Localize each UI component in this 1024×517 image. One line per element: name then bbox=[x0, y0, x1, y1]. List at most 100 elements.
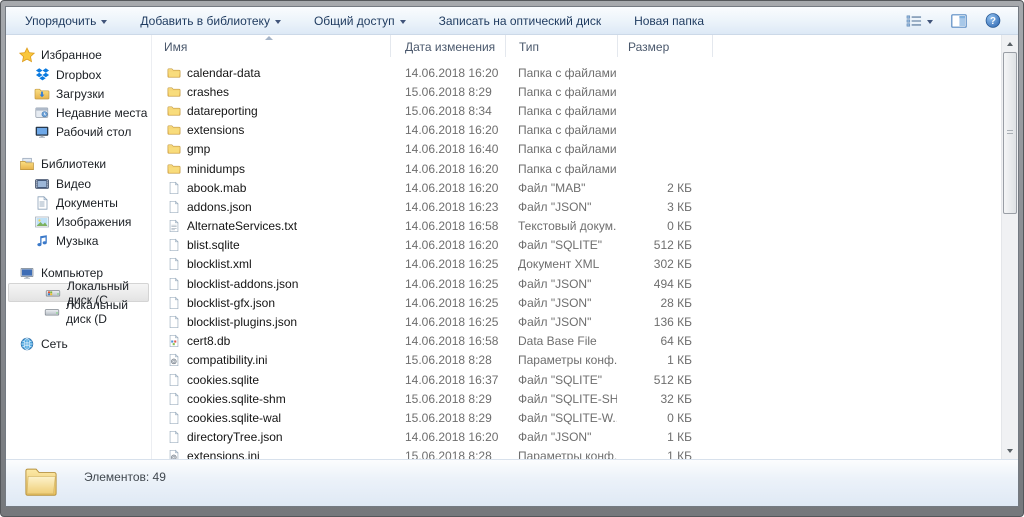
file-type-cell: Папка с файлами bbox=[505, 66, 617, 80]
sidebar-item-network[interactable]: Сеть bbox=[6, 334, 151, 354]
folder-row[interactable]: calendar-data14.06.2018 16:20Папка с фай… bbox=[152, 63, 1001, 82]
folder-icon bbox=[167, 66, 181, 80]
file-type-cell: Файл "SQLITE" bbox=[505, 373, 617, 387]
sidebar-item-documents[interactable]: Документы bbox=[6, 193, 151, 212]
file-name-cell: blist.sqlite bbox=[152, 238, 390, 252]
file-type-cell: Файл "JSON" bbox=[505, 296, 617, 310]
file-type-cell: Файл "JSON" bbox=[505, 315, 617, 329]
file-type-cell: Файл "MAB" bbox=[505, 181, 617, 195]
file-row[interactable]: blocklist.xml14.06.2018 16:25Документ XM… bbox=[152, 255, 1001, 274]
file-row[interactable]: blocklist-gfx.json14.06.2018 16:25Файл "… bbox=[152, 293, 1001, 312]
sidebar-item-label: Dropbox bbox=[56, 68, 101, 82]
file-icon bbox=[167, 238, 181, 252]
file-name-cell: datareporting bbox=[152, 104, 390, 118]
organize-button[interactable]: Упорядочить bbox=[16, 10, 116, 32]
sidebar-item-pictures[interactable]: Изображения bbox=[6, 212, 151, 231]
sidebar-item-libraries[interactable]: Библиотеки bbox=[6, 154, 151, 174]
folder-icon bbox=[22, 465, 60, 499]
scroll-down-button[interactable] bbox=[1002, 442, 1018, 459]
file-name: blist.sqlite bbox=[187, 238, 240, 252]
file-row[interactable]: cookies.sqlite-wal15.06.2018 8:29Файл "S… bbox=[152, 408, 1001, 427]
file-icon bbox=[167, 392, 181, 406]
views-icon bbox=[906, 13, 922, 29]
file-name: AlternateServices.txt bbox=[187, 219, 297, 233]
file-type-cell: Файл "SQLITE-W... bbox=[505, 411, 617, 425]
file-row[interactable]: addons.json14.06.2018 16:23Файл "JSON"3 … bbox=[152, 197, 1001, 216]
burn-disc-button[interactable]: Записать на оптический диск bbox=[430, 10, 611, 32]
date-modified-cell: 14.06.2018 16:58 bbox=[390, 219, 505, 233]
folder-row[interactable]: minidumps14.06.2018 16:20Папка с файлами bbox=[152, 159, 1001, 178]
sidebar-item-recent-places[interactable]: Недавние места bbox=[6, 103, 151, 122]
column-header-row: Имя Дата изменения Тип Размер bbox=[152, 35, 1018, 57]
file-name-cell: cookies.sqlite-wal bbox=[152, 411, 390, 425]
command-toolbar: Упорядочить Добавить в библиотеку Общий до… bbox=[6, 7, 1018, 35]
file-type-cell: Папка с файлами bbox=[505, 104, 617, 118]
file-name: extensions bbox=[187, 123, 244, 137]
file-name: blocklist-plugins.json bbox=[187, 315, 297, 329]
file-row[interactable]: blocklist-plugins.json14.06.2018 16:25Фа… bbox=[152, 312, 1001, 331]
file-row[interactable]: AlternateServices.txt14.06.2018 16:58Тек… bbox=[152, 217, 1001, 236]
file-size-cell: 0 КБ bbox=[617, 411, 713, 425]
scrollbar-thumb[interactable] bbox=[1003, 52, 1017, 214]
file-type-cell: Файл "JSON" bbox=[505, 277, 617, 291]
vertical-scrollbar[interactable] bbox=[1001, 35, 1018, 459]
sidebar-item-dropbox[interactable]: Dropbox bbox=[6, 65, 151, 84]
help-button[interactable]: ? bbox=[982, 11, 1004, 31]
file-name-cell: blocklist-addons.json bbox=[152, 277, 390, 291]
add-to-library-button[interactable]: Добавить в библиотеку bbox=[131, 10, 290, 32]
file-size-cell: 512 КБ bbox=[617, 238, 713, 252]
file-size-cell: 1 КБ bbox=[617, 430, 713, 444]
file-row[interactable]: blocklist-addons.json14.06.2018 16:25Фай… bbox=[152, 274, 1001, 293]
libraries-icon bbox=[19, 156, 35, 172]
scroll-up-button[interactable] bbox=[1002, 35, 1018, 52]
file-row[interactable]: cert8.db14.06.2018 16:58Data Base File64… bbox=[152, 332, 1001, 351]
folder-row[interactable]: datareporting15.06.2018 8:34Папка с файл… bbox=[152, 101, 1001, 120]
date-modified-cell: 15.06.2018 8:29 bbox=[390, 85, 505, 99]
file-row[interactable]: compatibility.ini15.06.2018 8:28Параметр… bbox=[152, 351, 1001, 370]
file-name: datareporting bbox=[187, 104, 258, 118]
file-row[interactable]: blist.sqlite14.06.2018 16:20Файл "SQLITE… bbox=[152, 236, 1001, 255]
file-type-cell: Файл "JSON" bbox=[505, 430, 617, 444]
navigation-pane: Избранное Dropbox ЗагрузкиНедавние местаРа… bbox=[6, 35, 152, 459]
file-size-cell: 32 КБ bbox=[617, 392, 713, 406]
file-name: addons.json bbox=[187, 200, 252, 214]
sidebar-section-network: Сеть bbox=[6, 334, 151, 354]
folder-row[interactable]: extensions14.06.2018 16:20Папка с файлам… bbox=[152, 121, 1001, 140]
preview-pane-button[interactable] bbox=[948, 11, 970, 31]
network-icon bbox=[19, 336, 35, 352]
share-button[interactable]: Общий доступ bbox=[305, 10, 415, 32]
folder-icon bbox=[167, 104, 181, 118]
file-name: gmp bbox=[187, 142, 210, 156]
file-name-cell: cookies.sqlite-shm bbox=[152, 392, 390, 406]
sidebar-item-music[interactable]: Музыка bbox=[6, 231, 151, 250]
file-row[interactable]: cookies.sqlite-shm15.06.2018 8:29Файл "S… bbox=[152, 389, 1001, 408]
sidebar-item-desktop[interactable]: Рабочий стол bbox=[6, 122, 151, 141]
file-size-cell: 2 КБ bbox=[617, 181, 713, 195]
file-size-cell: 136 КБ bbox=[617, 315, 713, 329]
new-folder-button[interactable]: Новая папка bbox=[625, 10, 713, 32]
file-type-cell: Папка с файлами bbox=[505, 142, 617, 156]
arrow-down-icon bbox=[1007, 449, 1013, 453]
folder-row[interactable]: gmp14.06.2018 16:40Папка с файлами bbox=[152, 140, 1001, 159]
sidebar-item-videos[interactable]: Видео bbox=[6, 174, 151, 193]
file-icon bbox=[167, 373, 181, 387]
recent-places-icon bbox=[34, 105, 50, 121]
file-size-cell: 0 КБ bbox=[617, 219, 713, 233]
column-header-date[interactable]: Дата изменения bbox=[390, 35, 505, 57]
sidebar-item-label: Изображения bbox=[56, 215, 131, 229]
sidebar-item-downloads[interactable]: Загрузки bbox=[6, 84, 151, 103]
file-list-pane: Имя Дата изменения Тип Размер calendar-d… bbox=[152, 35, 1018, 459]
sidebar-item-favorites[interactable]: Избранное bbox=[6, 45, 151, 65]
column-header-size[interactable]: Размер bbox=[617, 35, 713, 57]
file-row[interactable]: extensions.ini15.06.2018 8:28Параметры к… bbox=[152, 447, 1001, 459]
file-list: calendar-data14.06.2018 16:20Папка с фай… bbox=[152, 57, 1001, 459]
file-row[interactable]: abook.mab14.06.2018 16:20Файл "MAB"2 КБ bbox=[152, 178, 1001, 197]
column-header-type[interactable]: Тип bbox=[505, 35, 617, 57]
details-pane: Элементов: 49 bbox=[6, 459, 1018, 506]
change-view-button[interactable] bbox=[903, 11, 936, 31]
sidebar-item-local-disk-d[interactable]: Локальный диск (D bbox=[6, 302, 151, 321]
pictures-icon bbox=[34, 214, 50, 230]
folder-row[interactable]: crashes15.06.2018 8:29Папка с файлами bbox=[152, 82, 1001, 101]
file-row[interactable]: directoryTree.json14.06.2018 16:20Файл "… bbox=[152, 428, 1001, 447]
file-row[interactable]: cookies.sqlite14.06.2018 16:37Файл "SQLI… bbox=[152, 370, 1001, 389]
